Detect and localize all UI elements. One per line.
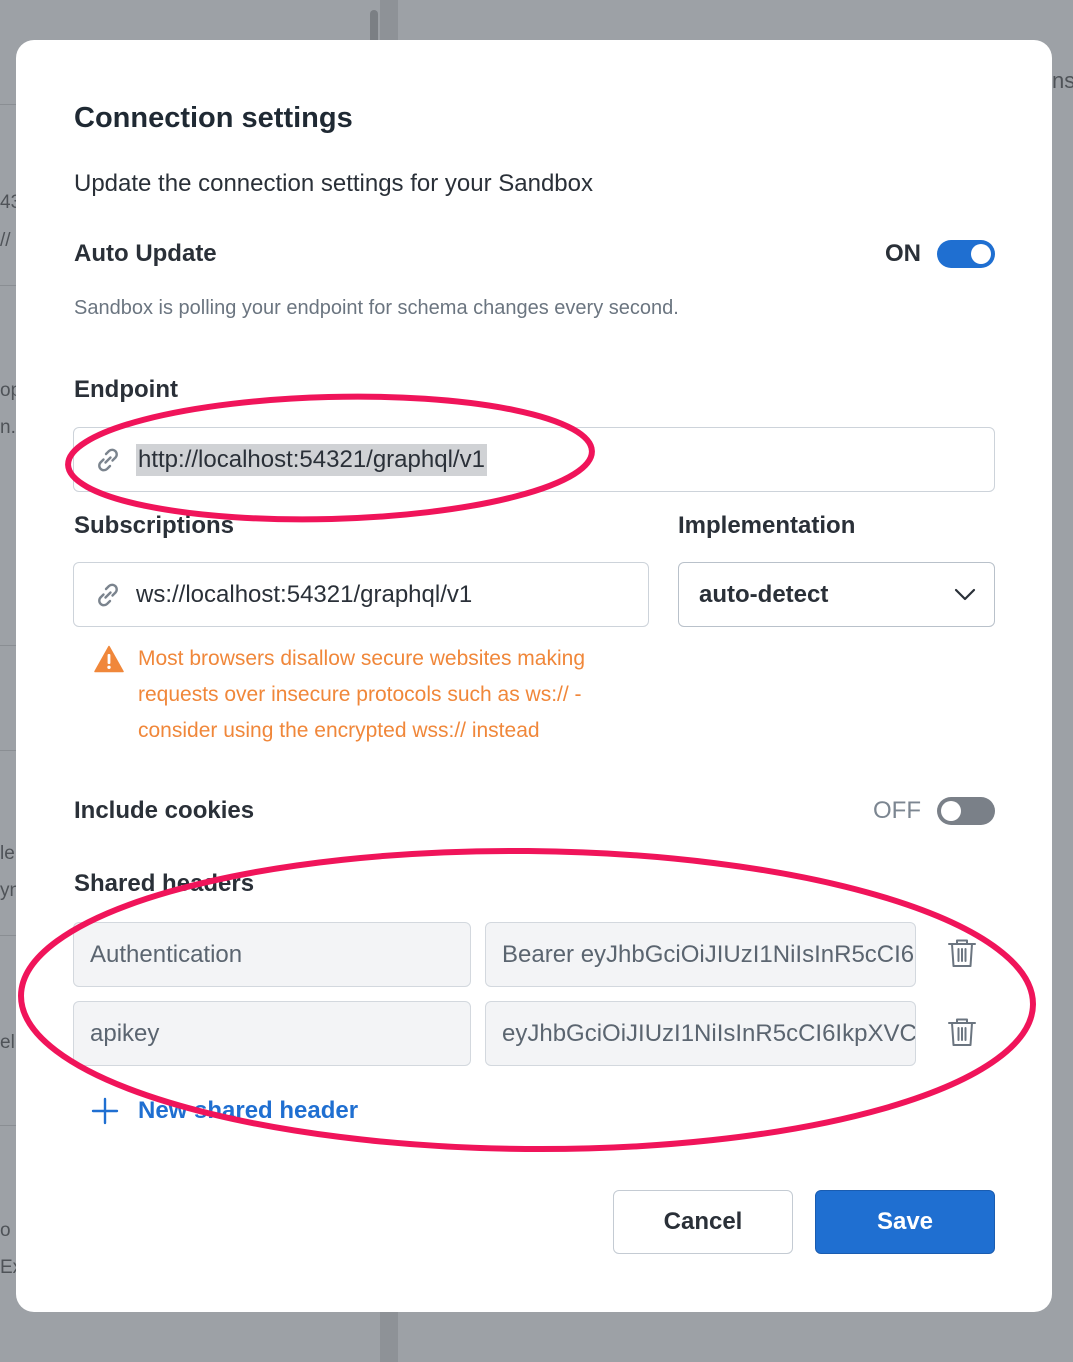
insecure-protocol-warning: Most browsers disallow secure websites m… [94, 641, 585, 749]
subscriptions-label: Subscriptions [74, 512, 235, 539]
auto-update-state: ON [885, 240, 921, 267]
header-value-text: Bearer eyJhbGciOiJIUzI1NiIsInR5cCI6IkpXV… [502, 940, 915, 968]
new-shared-header-label: New shared header [138, 1097, 359, 1124]
header-key-input[interactable]: apikey [73, 1001, 471, 1066]
background-text: le [0, 843, 15, 864]
dialog-subtitle: Update the connection settings for your … [74, 170, 593, 197]
warning-text: Most browsers disallow secure websites m… [138, 641, 585, 749]
auto-update-toggle-group: ON [885, 240, 995, 268]
implementation-label: Implementation [678, 512, 856, 539]
endpoint-label: Endpoint [74, 376, 178, 403]
warning-line: consider using the encrypted wss:// inst… [138, 719, 540, 742]
connection-settings-dialog: Connection settings Update the connectio… [16, 40, 1052, 1312]
include-cookies-label: Include cookies [74, 797, 255, 824]
auto-update-label: Auto Update [74, 240, 217, 267]
chevron-down-icon [954, 588, 976, 600]
auto-update-toggle[interactable] [937, 240, 995, 268]
implementation-select[interactable]: auto-detect [678, 562, 995, 627]
plus-icon [91, 1097, 119, 1125]
subscriptions-input[interactable]: ws://localhost:54321/graphql/v1 [73, 562, 649, 627]
warning-icon [94, 645, 124, 673]
warning-line: requests over insecure protocols such as… [138, 683, 582, 706]
header-value-input[interactable]: eyJhbGciOiJIUzI1NiIsInR5cCI6IkpXVCJ9 [485, 1001, 916, 1066]
link-icon [98, 583, 118, 606]
warning-line: Most browsers disallow secure websites m… [138, 647, 585, 670]
header-value-input[interactable]: Bearer eyJhbGciOiJIUzI1NiIsInR5cCI6IkpXV… [485, 922, 916, 987]
shared-headers-label: Shared headers [74, 870, 255, 897]
new-shared-header-button[interactable]: New shared header [90, 1096, 358, 1126]
header-key-input[interactable]: Authentication [73, 922, 471, 987]
save-button[interactable]: Save [815, 1190, 995, 1254]
trash-icon[interactable] [945, 936, 979, 970]
toggle-knob [941, 801, 961, 821]
include-cookies-state: OFF [873, 797, 921, 824]
background-text: el [0, 1032, 15, 1053]
header-key-value: apikey [90, 1019, 160, 1047]
subscriptions-value: ws://localhost:54321/graphql/v1 [136, 580, 473, 608]
trash-icon[interactable] [945, 1015, 979, 1049]
header-value-text: eyJhbGciOiJIUzI1NiIsInR5cCI6IkpXVCJ9 [502, 1019, 916, 1047]
implementation-selected: auto-detect [699, 580, 829, 608]
endpoint-value: http://localhost:54321/graphql/v1 [136, 443, 487, 476]
auto-update-help: Sandbox is polling your endpoint for sch… [74, 297, 679, 319]
link-icon [98, 448, 118, 471]
background-text: // [0, 230, 11, 251]
toggle-knob [971, 244, 991, 264]
background-text: n. [0, 417, 16, 438]
background-text: ns [1052, 68, 1073, 93]
background-text: o [0, 1220, 11, 1241]
include-cookies-toggle[interactable] [937, 797, 995, 825]
header-key-value: Authentication [90, 940, 243, 968]
dialog-title: Connection settings [74, 102, 353, 134]
cancel-button[interactable]: Cancel [613, 1190, 793, 1254]
endpoint-input[interactable]: http://localhost:54321/graphql/v1 [73, 427, 995, 492]
include-cookies-toggle-group: OFF [873, 797, 995, 825]
